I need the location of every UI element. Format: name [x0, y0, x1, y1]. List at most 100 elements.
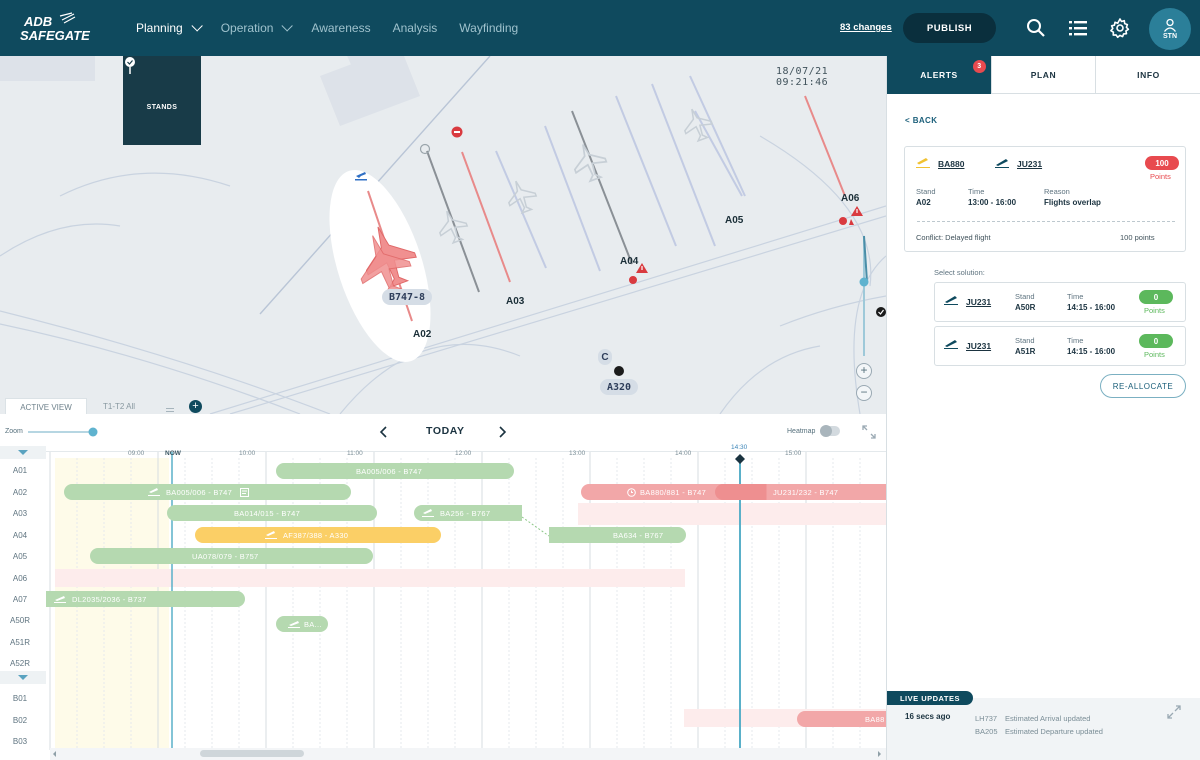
- publish-button[interactable]: PUBLISH: [903, 13, 996, 43]
- points-label: Points: [1144, 306, 1165, 315]
- row-label: A07: [12, 595, 28, 604]
- expand-icon[interactable]: [861, 424, 877, 440]
- time-key: Time: [1067, 336, 1084, 345]
- add-view-button[interactable]: +: [189, 400, 202, 413]
- stand-label[interactable]: A04: [620, 256, 638, 267]
- nav-wayfinding[interactable]: Wayfinding: [459, 21, 518, 35]
- solution-flight-link[interactable]: JU231: [966, 297, 991, 307]
- solution-time: 14:15 - 16:00: [1067, 303, 1116, 312]
- points-badge: 0: [1139, 290, 1173, 304]
- solution-option[interactable]: JU231 Stand A50R Time 14:15 - 16:00 0 Po…: [934, 282, 1186, 322]
- now-label: NOW: [165, 450, 181, 457]
- flight-bar-conflict[interactable]: JU231/232 - B747: [715, 484, 886, 500]
- chevron-down-icon: [281, 20, 294, 32]
- gear-icon[interactable]: [1108, 16, 1132, 40]
- hour-label: 14:00: [675, 450, 692, 457]
- aircraft-type-pill[interactable]: A320: [600, 379, 638, 395]
- user-code: STN: [1163, 33, 1177, 40]
- warning-icon: [851, 206, 863, 216]
- arrival-flight-link[interactable]: BA880: [938, 159, 964, 169]
- row-label: A06: [12, 574, 28, 583]
- aircraft-type-pill[interactable]: B747-8: [382, 289, 432, 305]
- stand-value: A02: [916, 198, 931, 207]
- expand-icon[interactable]: [1166, 704, 1182, 720]
- app-root: ADB SAFEGATE Planning Operation Awarenes…: [0, 0, 1200, 760]
- flight-bar-label: BA88: [865, 714, 885, 724]
- solution-option[interactable]: JU231 Stand A51R Time 14:15 - 16:00 0 Po…: [934, 326, 1186, 366]
- flight-bar-conflict[interactable]: BA88: [797, 711, 886, 727]
- airport-map[interactable]: STANDS 18/07/21 09:21:46 A02 A03 A04 A05…: [0, 56, 886, 414]
- flight-bar[interactable]: BA634 - B767: [549, 527, 686, 543]
- note-icon: [240, 487, 250, 497]
- tab-plan[interactable]: PLAN: [992, 56, 1096, 94]
- time-value: 13:00 - 16:00: [968, 198, 1017, 207]
- points-badge: 0: [1139, 334, 1173, 348]
- aircraft-position-icon[interactable]: [614, 366, 624, 376]
- nav-planning[interactable]: Planning: [136, 20, 203, 35]
- menu-icon[interactable]: [166, 402, 174, 415]
- reallocate-button[interactable]: RE-ALLOCATE: [1100, 374, 1186, 398]
- flight-bar-warning[interactable]: AF387/388 - A330: [195, 527, 441, 543]
- flight-bar[interactable]: BA256 - B767: [414, 505, 522, 521]
- alert-card[interactable]: BA880 JU231 100 Points Stand A02 Time 13…: [904, 146, 1186, 252]
- today-label: TODAY: [426, 425, 465, 437]
- tab-info[interactable]: INFO: [1096, 56, 1200, 94]
- flight-bar[interactable]: BA014/015 - B747: [167, 505, 377, 521]
- stand-label[interactable]: A05: [725, 215, 743, 226]
- gantt-timeline: Zoom TODAY Heatmap 09:00 NOW 10:00 11:00…: [0, 414, 886, 760]
- chevron-down-icon: [191, 20, 203, 32]
- previous-day-button[interactable]: [378, 425, 390, 438]
- stand-label[interactable]: A02: [413, 329, 431, 340]
- departure-flight-link[interactable]: JU231: [1017, 159, 1042, 169]
- tab-t1-t2-all[interactable]: T1-T2 All: [94, 398, 144, 415]
- stand-key: Stand: [916, 187, 936, 196]
- next-day-button[interactable]: [496, 425, 508, 438]
- nav-analysis[interactable]: Analysis: [393, 21, 438, 35]
- nav-operation[interactable]: Operation: [221, 20, 294, 35]
- zoom-slider-handle[interactable]: [859, 277, 869, 287]
- conflict-text: Conflict: Delayed flight: [916, 233, 991, 242]
- update-text: Estimated Arrival updated: [1005, 714, 1091, 723]
- stand-label[interactable]: A03: [506, 296, 524, 307]
- points-badge: 100: [1145, 156, 1179, 170]
- conflict-points: 100 points: [1120, 233, 1155, 242]
- row-label: B03: [12, 737, 28, 746]
- time-key: Time: [1067, 292, 1084, 301]
- flight-bar[interactable]: BA...: [276, 616, 328, 632]
- flight-bar[interactable]: UA078/079 - B757: [90, 548, 373, 564]
- heatmap-toggle[interactable]: [820, 425, 840, 437]
- flight-bar-label: BA005/006 - B747: [166, 487, 233, 497]
- flight-bar-label: BA014/015 - B747: [234, 508, 301, 518]
- stands-label: STANDS: [146, 104, 178, 111]
- departure-plane-icon: [54, 596, 66, 603]
- departure-plane-icon: [944, 340, 958, 349]
- tab-alerts[interactable]: ALERTS 3: [887, 56, 992, 94]
- flight-bar[interactable]: BA005/006 - B747: [276, 463, 514, 479]
- back-link[interactable]: < BACK: [905, 116, 937, 125]
- list-icon[interactable]: [1066, 16, 1090, 40]
- solution-flight-link[interactable]: JU231: [966, 341, 991, 351]
- tab-active-view[interactable]: ACTIVE VIEW: [5, 398, 87, 415]
- horizontal-scrollbar[interactable]: [200, 750, 304, 757]
- flight-bar[interactable]: DL2035/2036 - B737: [46, 591, 245, 607]
- map-zoom-in-button[interactable]: +: [856, 363, 872, 379]
- user-avatar[interactable]: STN: [1149, 8, 1191, 50]
- time-marker-handle[interactable]: [735, 454, 745, 464]
- brand-logo[interactable]: ADB SAFEGATE: [20, 12, 142, 44]
- solution-stand: A50R: [1015, 303, 1036, 312]
- flight-bar[interactable]: BA005/006 - B747: [64, 484, 351, 500]
- live-updates-ago: 16 secs ago: [905, 712, 951, 721]
- search-icon[interactable]: [1024, 16, 1048, 40]
- reason-value: Flights overlap: [1044, 198, 1101, 207]
- stand-label[interactable]: A06: [841, 193, 859, 204]
- zoom-slider-handle[interactable]: [88, 427, 98, 437]
- flight-bar-label: BA...: [304, 619, 322, 629]
- stands-button[interactable]: STANDS: [123, 56, 201, 145]
- departure-plane-icon: [995, 159, 1009, 168]
- gate-marker[interactable]: C: [598, 349, 612, 365]
- hour-label: 11:00: [347, 450, 363, 457]
- map-pin-icon: [125, 57, 135, 74]
- zoom-label: Zoom: [5, 428, 23, 435]
- changes-link[interactable]: 83 changes: [840, 22, 892, 33]
- nav-awareness[interactable]: Awareness: [311, 21, 370, 35]
